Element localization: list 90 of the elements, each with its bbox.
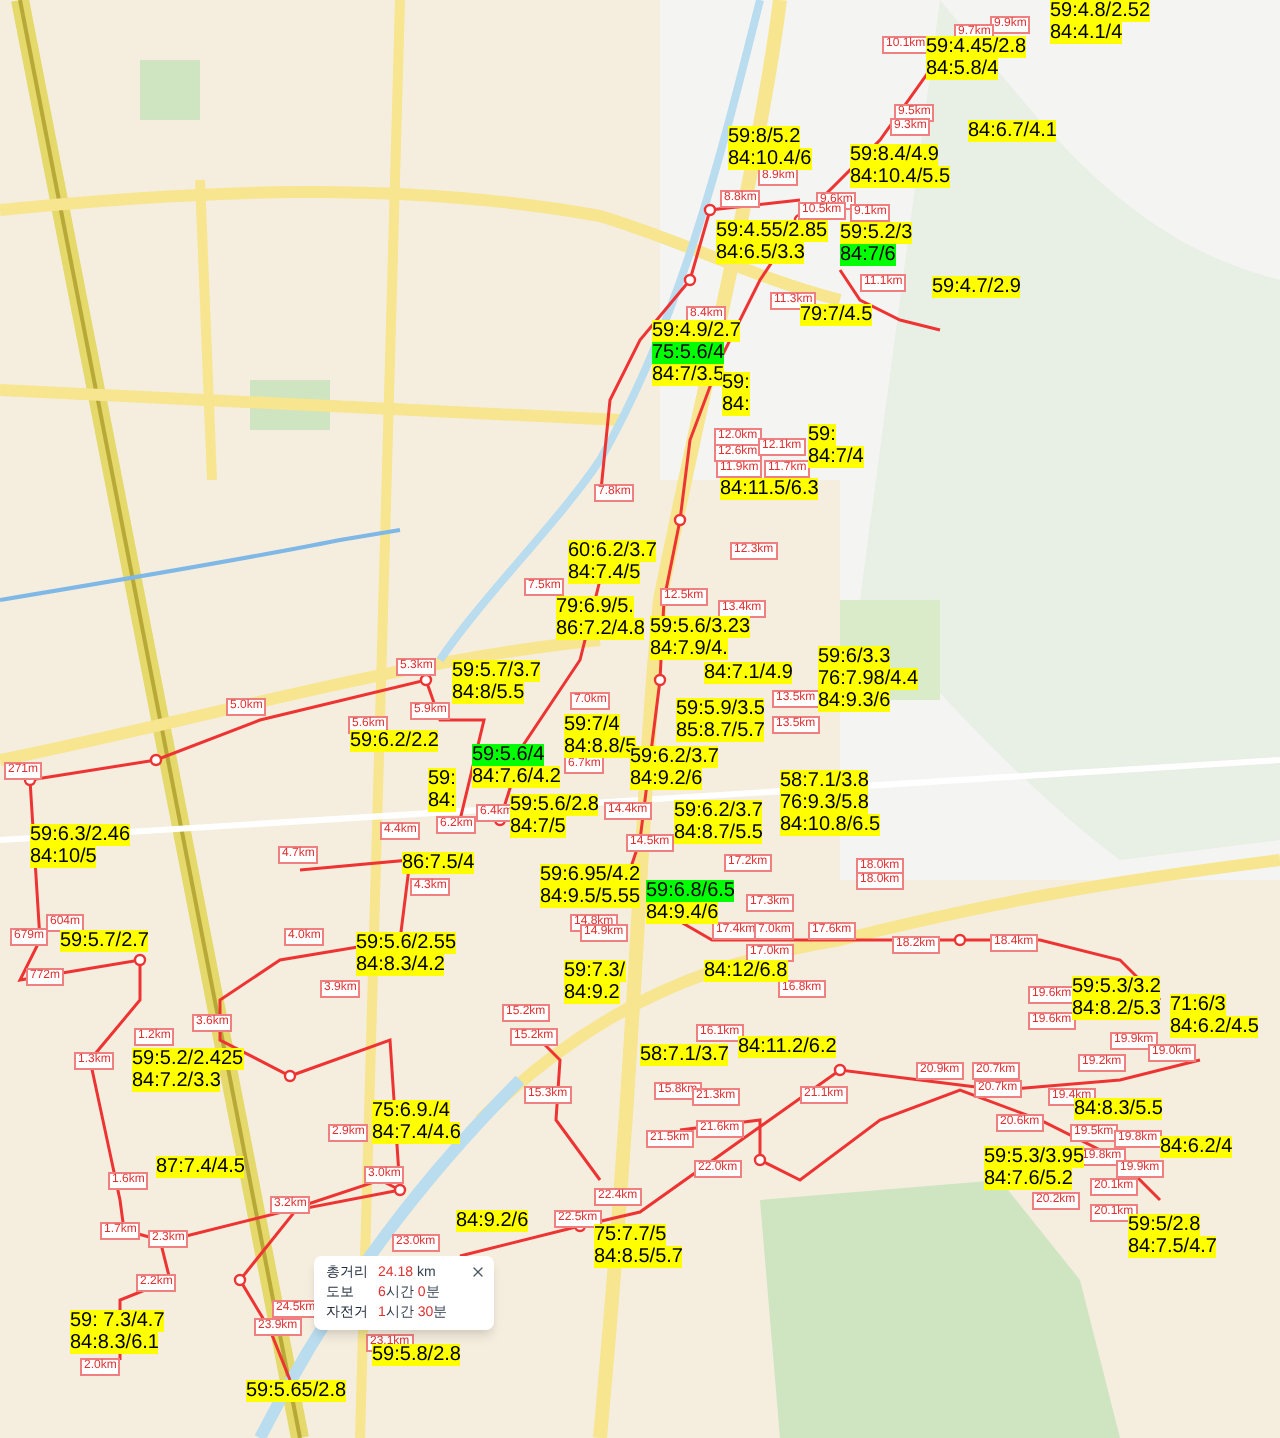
route-label: 87:7.4/4.5 [156, 1156, 245, 1178]
route-label: 85:8.7/5.7 [676, 720, 765, 742]
route-label: 59:7.3/ [564, 960, 626, 982]
route-label: 59:5.6/4 [472, 744, 545, 766]
route-label: 59:4.7/2.9 [932, 276, 1021, 298]
route-label: 59: [808, 424, 836, 446]
route-label: 59:4.8/2.52 [1050, 0, 1151, 22]
route-label: 84:7.6/5.2 [984, 1168, 1073, 1190]
route-label: 59:5.9/3.5 [676, 698, 765, 720]
route-label: 59:5.65/2.8 [246, 1380, 347, 1402]
route-label: 84:8.3/5.5 [1074, 1098, 1163, 1120]
route-label: 59:5.3/3.95 [984, 1146, 1085, 1168]
route-label: 59:5.2/3 [840, 222, 913, 244]
route-label: 75:6.9./4 [372, 1100, 450, 1122]
route-label: 84:7.9/4. [650, 638, 728, 660]
route-label: 84:7/4 [808, 446, 864, 468]
route-label: 84:4.1/4 [1050, 22, 1123, 44]
route-label: 86:7.2/4.8 [556, 618, 645, 640]
route-label: 59:6.2/3.7 [674, 800, 763, 822]
route-label: 84:5.8/4 [926, 58, 999, 80]
route-label: 84:9.2/6 [456, 1210, 529, 1232]
route-label: 60:6.2/3.7 [568, 540, 657, 562]
route-label: 84:9.2/6 [630, 768, 703, 790]
route-label: 84:7.1/4.9 [704, 662, 793, 684]
route-label: 84:6.7/4.1 [968, 120, 1057, 142]
route-label: 84:7.6/4.2 [472, 766, 561, 788]
route-label: 84:9.2 [564, 982, 620, 1004]
route-label: 84:10.4/5.5 [850, 166, 951, 188]
route-label: 59:6.3/2.46 [30, 824, 131, 846]
route-label: 59:5/2.8 [1128, 1214, 1201, 1236]
route-label: 59:4.55/2.85 [716, 220, 828, 242]
route-label: 79:6.9/5. [556, 596, 634, 618]
route-label: 84:7.2/3.3 [132, 1070, 221, 1092]
route-label: 59:6/3.3 [818, 646, 891, 668]
route-label: 84:8.7/5.5 [674, 822, 763, 844]
route-label: 75:5.6/4 [652, 342, 725, 364]
route-label: 84:9.5/5.55 [540, 886, 641, 908]
route-label: 84:9.4/6 [646, 902, 719, 924]
route-label: 59:8/5.2 [728, 126, 801, 148]
route-label: 59:6.2/2.2 [350, 730, 439, 752]
route-label: 75:7.7/5 [594, 1224, 667, 1246]
route-label: 84:10/5 [30, 846, 97, 868]
route-label: 58:7.1/3.8 [780, 770, 869, 792]
route-label: 84:12/6.8 [704, 960, 788, 982]
route-label: 84:7.4/5 [568, 562, 641, 584]
route-label: 84:6.5/3.3 [716, 242, 805, 264]
route-label: 86:7.5/4 [402, 852, 475, 874]
route-label: 84:7.4/4.6 [372, 1122, 461, 1144]
route-label: 84:7/3.5 [652, 364, 725, 386]
route-label: 84:6.2/4 [1160, 1136, 1233, 1158]
route-label: 84:8/5.5 [452, 682, 525, 704]
route-label: 71:6/3 [1170, 994, 1226, 1016]
route-label: 59:4.9/2.7 [652, 320, 741, 342]
route-label: 84:8.2/5.3 [1072, 998, 1161, 1020]
route-label: 59:5.2/2.425 [132, 1048, 244, 1070]
route-label: 58:7.1/3.7 [640, 1044, 729, 1066]
route-label: 84:11.2/6.2 [738, 1036, 837, 1058]
route-label: 59:5.6/3.23 [650, 616, 751, 638]
route-label: 76:9.3/5.8 [780, 792, 869, 814]
route-label: 84:7/5 [510, 816, 566, 838]
route-label: 59:6.2/3.7 [630, 746, 719, 768]
route-label: 84:10.8/6.5 [780, 814, 881, 836]
route-label: 59:6.8/6.5 [646, 880, 735, 902]
route-label: 59: [428, 768, 456, 790]
route-label: 59: [722, 372, 750, 394]
route-label: 59:5.6/2.55 [356, 932, 457, 954]
close-icon[interactable] [470, 1264, 486, 1280]
route-label: 84:10.4/6 [728, 148, 812, 170]
route-label: 84:9.3/6 [818, 690, 891, 712]
route-label: 79:7/4.5 [800, 304, 873, 326]
route-label: 84:11.5/6.3 [720, 478, 819, 500]
route-label: 59: 7.3/4.7 [70, 1310, 165, 1332]
route-label: 59:5.8/2.8 [372, 1344, 461, 1366]
route-label: 84: [722, 394, 750, 416]
route-label: 84:8.5/5.7 [594, 1246, 683, 1268]
route-label: 59:7/4 [564, 714, 620, 736]
route-label: 84:6.2/4.5 [1170, 1016, 1259, 1038]
route-label: 84:7.5/4.7 [1128, 1236, 1217, 1258]
route-label: 59:5.6/2.8 [510, 794, 599, 816]
route-label: 84:8.3/4.2 [356, 954, 445, 976]
route-label: 59:5.7/2.7 [60, 930, 149, 952]
route-label: 59:5.7/3.7 [452, 660, 541, 682]
route-label: 84: [428, 790, 456, 812]
route-label: 84:7/6 [840, 244, 896, 266]
route-label: 84:8.3/6.1 [70, 1332, 159, 1354]
route-label: 76:7.98/4.4 [818, 668, 919, 690]
route-label: 59:4.45/2.8 [926, 36, 1027, 58]
route-label: 59:5.3/3.2 [1072, 976, 1161, 998]
route-label: 59:8.4/4.9 [850, 144, 939, 166]
route-label: 59:6.95/4.2 [540, 864, 641, 886]
